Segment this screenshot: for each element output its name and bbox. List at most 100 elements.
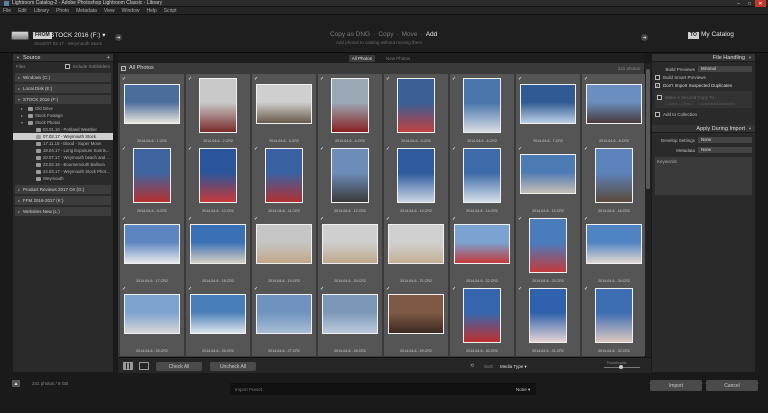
folder-item[interactable]: 24.03.17 - Weymouth Stock Phot... [13,168,113,175]
photo-thumbnail-cell[interactable]: ✓ 2014-04-6 - 18.CR2 [186,214,250,286]
keywords-field[interactable]: Keywords [655,157,752,195]
menu-edit[interactable]: Edit [18,8,27,14]
drive-row-websites[interactable]: ▸ Websites New (L:) [15,207,111,216]
photo-thumbnail-cell[interactable]: ✓ 2014-04-6 - 5.CR2 [384,74,448,146]
drive-row-windows[interactable]: ▸ Windows (C:) [15,73,111,82]
menu-script[interactable]: Script [164,8,177,14]
minimize-button[interactable]: – [733,0,744,7]
menu-metadata[interactable]: Metadata [76,8,97,14]
file-handling-header[interactable]: File Handling ▼ [652,54,755,62]
maximize-button[interactable]: □ [744,0,755,7]
tab-new-photos[interactable]: New Photos [383,55,413,62]
add-collection-checkbox[interactable] [655,111,660,117]
photo-checkbox[interactable]: ✓ [188,216,192,222]
photo-thumbnail-cell[interactable]: ✓ 2014-04-6 - 13.CR2 [384,144,448,216]
photo-checkbox[interactable]: ✓ [452,146,456,152]
photo-checkbox[interactable]: ✓ [518,146,522,152]
folder-item[interactable]: 18.04.17 - Long Exposure Sunris... [13,147,113,154]
expand-up-icon[interactable]: ▲ [12,380,20,387]
mode-move[interactable]: Move [402,31,418,38]
photo-thumbnail-cell[interactable]: ✓ 2014-04-6 - 20.CR2 [318,214,382,286]
folder-item[interactable]: ▸ Old Drive [13,105,113,112]
photo-checkbox[interactable]: ✓ [518,216,522,222]
photo-thumbnail-cell[interactable]: ✓ 2014-04-6 - 32.CR2 [582,284,646,356]
photo-checkbox[interactable]: ✓ [584,286,588,292]
drive-row-product-reviews[interactable]: ▸ Product Reviews 2017 On (G:) [15,185,111,194]
grid-view-icon[interactable] [123,362,133,370]
photo-thumbnail-cell[interactable]: ✓ 2014-04-6 - 12.CR2 [318,144,382,216]
all-photos-checkbox[interactable]: ✓ [121,65,126,71]
second-copy-checkbox[interactable] [657,94,662,100]
grid-scrollbar[interactable] [645,63,651,357]
photo-thumbnail-cell[interactable]: ✓ 2014-04-6 - 17.CR2 [120,214,184,286]
drive-row-stock[interactable]: ▾ STOCK 2016 (F:) [15,95,111,104]
folder-item[interactable]: 03.01.16 - Portland Weather [13,126,113,133]
cancel-button[interactable]: Cancel [706,380,758,391]
photo-thumbnail-cell[interactable]: ✓ 2014-04-6 - 3.CR2 [252,74,316,146]
apply-during-import-header[interactable]: Apply During Import ▼ [652,125,755,133]
menu-help[interactable]: Help [146,8,156,14]
folder-item[interactable]: Weymouth [13,175,113,182]
menu-file[interactable]: File [3,8,11,14]
photo-checkbox[interactable]: ✓ [122,216,126,222]
photo-checkbox[interactable]: ✓ [188,286,192,292]
photo-checkbox[interactable]: ✓ [452,286,456,292]
photo-checkbox[interactable]: ✓ [320,146,324,152]
photo-thumbnail-cell[interactable]: ✓ 2014-04-6 - 27.CR2 [252,284,316,356]
photo-checkbox[interactable]: ✓ [452,76,456,82]
photo-thumbnail-cell[interactable]: ✓ 2014-04-6 - 6.CR2 [450,74,514,146]
photo-thumbnail-cell[interactable]: ✓ 2014-04-6 - 19.CR2 [252,214,316,286]
photo-checkbox[interactable]: ✓ [386,76,390,82]
photo-thumbnail-cell[interactable]: ✓ 2014-04-6 - 8.CR2 [582,74,646,146]
photo-thumbnail-cell[interactable]: ✓ 2014-04-6 - 28.CR2 [318,284,382,356]
uncheck-all-button[interactable]: Uncheck All [210,362,256,371]
photo-thumbnail-cell[interactable]: ✓ 2014-04-6 - 24.CR2 [582,214,646,286]
photo-checkbox[interactable]: ✓ [320,286,324,292]
thumbnail-slider-handle[interactable] [619,365,623,369]
photo-checkbox[interactable]: ✓ [254,216,258,222]
photo-thumbnail-cell[interactable]: ✓ 2014-04-6 - 23.CR2 [516,214,580,286]
photo-checkbox[interactable]: ✓ [254,286,258,292]
photo-thumbnail-cell[interactable]: ✓ 2014-04-6 - 26.CR2 [186,284,250,356]
mode-copy[interactable]: Copy [378,31,393,38]
photo-thumbnail-cell[interactable]: ✓ 2014-04-6 - 16.CR2 [582,144,646,216]
source-selector[interactable]: STOCK 2016 (F:) ▾ [50,31,106,39]
tab-all-photos[interactable]: All Photos [348,55,375,62]
photo-checkbox[interactable]: ✓ [452,216,456,222]
drive-row-local-disk[interactable]: ▸ Local Disk (E:) [15,84,111,93]
menu-view[interactable]: View [104,8,115,14]
photo-thumbnail-cell[interactable]: ✓ 2014-04-6 - 29.CR2 [384,284,448,356]
folder-item[interactable]: 20.07.17 - Weymouth beach and ... [13,154,113,161]
photo-checkbox[interactable]: ✓ [122,286,126,292]
photo-checkbox[interactable]: ✓ [188,146,192,152]
photo-checkbox[interactable]: ✓ [320,216,324,222]
photo-checkbox[interactable]: ✓ [518,76,522,82]
photo-thumbnail-cell[interactable]: ✓ 2014-04-6 - 22.CR2 [450,214,514,286]
photo-checkbox[interactable]: ✓ [584,76,588,82]
folder-item[interactable]: ▸ Stock Footage [13,112,113,119]
photo-thumbnail-cell[interactable]: ✓ 2014-04-6 - 30.CR2 [450,284,514,356]
photo-checkbox[interactable]: ✓ [584,146,588,152]
menu-photo[interactable]: Photo [56,8,69,14]
photo-checkbox[interactable]: ✓ [188,76,192,82]
folder-item[interactable]: ▾ Stock Photos [13,119,113,126]
folder-item[interactable]: 23.02.16 - Bournemouth Balloon [13,161,113,168]
photo-thumbnail-cell[interactable]: ✓ 2014-04-6 - 21.CR2 [384,214,448,286]
photo-thumbnail-cell[interactable]: ✓ 2014-04-6 - 15.CR2 [516,144,580,216]
folder-item[interactable]: 17.11.15 - Blood - Super Moon [13,140,113,147]
photo-thumbnail-cell[interactable]: ✓ 2014-04-6 - 4.CR2 [318,74,382,146]
photo-checkbox[interactable]: ✓ [386,216,390,222]
photo-checkbox[interactable]: ✓ [254,76,258,82]
photo-thumbnail-cell[interactable]: ✓ 2014-04-6 - 14.CR2 [450,144,514,216]
photo-checkbox[interactable]: ✓ [386,286,390,292]
check-all-button[interactable]: Check All [156,362,202,371]
mode-add[interactable]: Add [426,31,438,38]
photo-checkbox[interactable]: ✓ [386,146,390,152]
scrollbar-thumb[interactable] [646,69,650,189]
smart-previews-checkbox[interactable] [655,74,660,80]
import-button[interactable]: Import [650,380,702,391]
menu-window[interactable]: Window [122,8,140,14]
source-panel-header[interactable]: ▼ Source + [13,54,113,62]
photo-checkbox[interactable]: ✓ [254,146,258,152]
photo-thumbnail-cell[interactable]: ✓ 2014-04-6 - 11.CR2 [252,144,316,216]
